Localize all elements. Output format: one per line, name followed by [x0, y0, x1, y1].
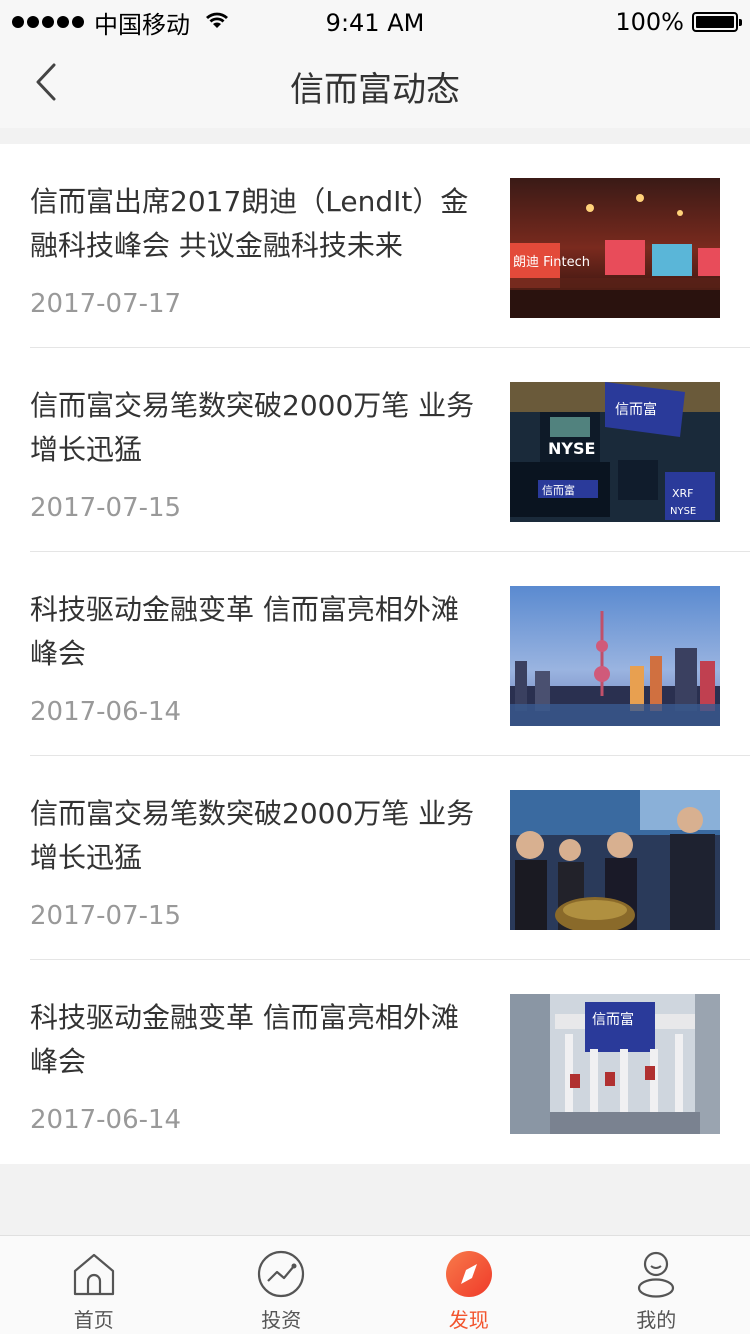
news-date: 2017-06-14	[30, 697, 182, 727]
tab-invest-label: 投资	[261, 1308, 302, 1332]
tab-discover[interactable]: 发现	[375, 1236, 563, 1334]
news-list: 信而富出席2017朗迪（LendIt）金融科技峰会 共议金融科技未来 2017-…	[0, 144, 750, 1164]
news-title: 信而富出席2017朗迪（LendIt）金融科技峰会 共议金融科技未来	[30, 185, 469, 262]
tab-invest[interactable]: 投资	[188, 1236, 376, 1334]
news-title: 科技驱动金融变革 信而富亮相外滩峰会	[30, 1001, 459, 1078]
tab-discover-label: 发现	[448, 1308, 489, 1332]
tab-bar: 首页 投资 发现 我的	[0, 1235, 750, 1334]
news-thumbnail-skyline	[510, 586, 720, 726]
news-title: 科技驱动金融变革 信而富亮相外滩峰会	[30, 593, 459, 670]
back-button[interactable]	[24, 60, 68, 104]
user-icon	[632, 1250, 680, 1298]
svg-text:NYSE: NYSE	[670, 506, 696, 517]
tab-home[interactable]: 首页	[0, 1236, 188, 1334]
signal-icon	[12, 16, 84, 28]
news-item[interactable]: 信而富交易笔数突破2000万笔 业务增长迅猛 2017-07-15	[0, 756, 750, 960]
news-item[interactable]: 信而富交易笔数突破2000万笔 业务增长迅猛 2017-07-15 NYSE 信…	[0, 348, 750, 552]
news-item[interactable]: 信而富出席2017朗迪（LendIt）金融科技峰会 共议金融科技未来 2017-…	[0, 144, 750, 348]
svg-text:信而富: 信而富	[542, 483, 575, 497]
svg-text:信而富: 信而富	[592, 1011, 634, 1028]
tab-home-label: 首页	[73, 1308, 114, 1332]
carrier-name: 中国移动	[94, 10, 190, 39]
news-thumbnail-conference: 朗迪 Fintech	[510, 178, 720, 318]
news-title: 信而富交易笔数突破2000万笔 业务增长迅猛	[30, 389, 475, 466]
battery-icon	[692, 12, 742, 32]
chevron-left-icon	[36, 63, 56, 101]
battery-percent: 100%	[615, 8, 684, 36]
home-icon	[70, 1250, 118, 1298]
news-date: 2017-07-17	[30, 289, 182, 319]
svg-text:XRF: XRF	[672, 487, 694, 500]
svg-text:信而富: 信而富	[615, 401, 657, 418]
wifi-icon	[204, 8, 230, 36]
status-bar: 中国移动 9:41 AM 100%	[0, 0, 750, 44]
trend-icon	[257, 1250, 305, 1298]
news-title: 信而富交易笔数突破2000万笔 业务增长迅猛	[30, 797, 475, 874]
news-item[interactable]: 科技驱动金融变革 信而富亮相外滩峰会 2017-06-14 信而富	[0, 960, 750, 1164]
news-thumbnail-nyse-building: 信而富	[510, 994, 720, 1134]
status-left: 中国移动	[12, 5, 230, 40]
tab-mine[interactable]: 我的	[563, 1236, 750, 1334]
news-date: 2017-07-15	[30, 901, 182, 931]
news-thumbnail-nyse: NYSE 信而富 信而富 XRF NYSE	[510, 382, 720, 522]
nav-bar: 信而富动态	[0, 44, 750, 128]
news-item[interactable]: 科技驱动金融变革 信而富亮相外滩峰会 2017-06-14	[0, 552, 750, 756]
tab-mine-label: 我的	[636, 1308, 677, 1332]
status-right: 100%	[615, 8, 742, 36]
page-title: 信而富动态	[290, 69, 460, 110]
svg-text:NYSE: NYSE	[548, 439, 595, 458]
svg-text:朗迪 Fintech: 朗迪 Fintech	[513, 255, 590, 270]
news-thumbnail-bell-ringing	[510, 790, 720, 930]
news-date: 2017-06-14	[30, 1105, 182, 1135]
compass-icon	[445, 1250, 493, 1298]
news-date: 2017-07-15	[30, 493, 182, 523]
